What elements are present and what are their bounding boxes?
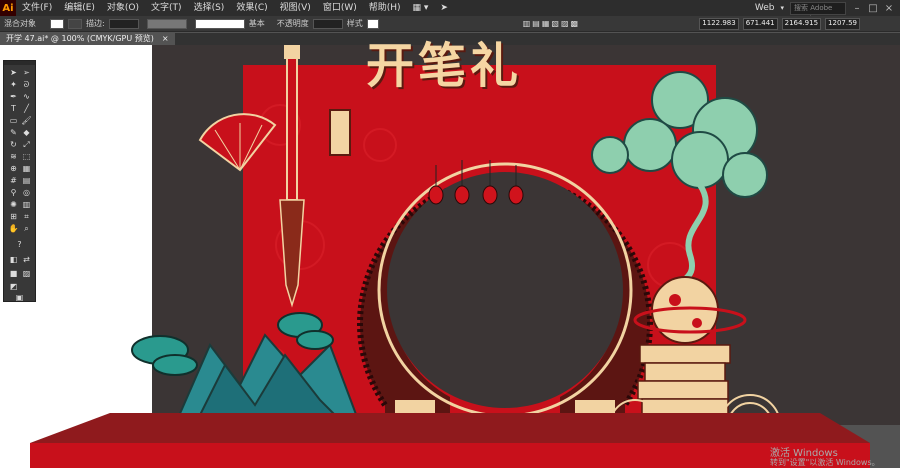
fill-stroke-icon[interactable]: ◧ bbox=[8, 255, 19, 264]
style-label: 样式 bbox=[346, 19, 363, 28]
variable-width-select[interactable] bbox=[146, 18, 187, 29]
mesh-tool-icon[interactable]: # bbox=[8, 176, 19, 185]
menu-file[interactable]: 文件(F) bbox=[16, 0, 58, 16]
menu-object[interactable]: 对象(O) bbox=[101, 0, 145, 16]
hand-tool-icon[interactable]: ✋ bbox=[8, 224, 19, 233]
line-tool-icon[interactable]: ╱ bbox=[21, 104, 32, 113]
menu-help[interactable]: 帮助(H) bbox=[363, 0, 407, 16]
menu-bar: Ai 文件(F) 编辑(E) 对象(O) 文字(T) 选择(S) 效果(C) 视… bbox=[0, 0, 900, 23]
tools-panel-header[interactable] bbox=[4, 61, 35, 65]
magic-wand-icon[interactable]: ✦ bbox=[8, 80, 19, 89]
stroke-label: 描边: bbox=[86, 19, 105, 28]
maximize-icon[interactable]: □ bbox=[868, 3, 878, 14]
scroll bbox=[329, 109, 351, 156]
canvas-artwork[interactable] bbox=[0, 45, 900, 468]
screen-mode-icon[interactable]: ▣ bbox=[14, 293, 25, 302]
menu-type[interactable]: 文字(T) bbox=[145, 0, 188, 16]
help-icon[interactable]: ? bbox=[14, 240, 25, 249]
eyedropper-icon[interactable]: ⚲ bbox=[8, 188, 19, 197]
shape-builder-icon[interactable]: ⊕ bbox=[8, 164, 19, 173]
blend-tool-icon[interactable]: ◎ bbox=[21, 188, 32, 197]
control-bar: 混合对象 描边: 基本 不透明度 样式 ▥▤▦▧▨▩ 1122.983 671.… bbox=[0, 16, 900, 32]
rectangle-tool-icon[interactable]: ▭ bbox=[8, 116, 19, 125]
width-tool-icon[interactable]: ≋ bbox=[8, 152, 19, 161]
stroke-weight-field[interactable] bbox=[108, 18, 139, 29]
fill-swatch[interactable] bbox=[50, 18, 64, 29]
menu-window[interactable]: 窗口(W) bbox=[317, 0, 363, 16]
opacity-label[interactable]: 不透明度 bbox=[277, 18, 309, 29]
zoom-tool-icon[interactable]: ⌕ bbox=[21, 224, 32, 233]
type-tool-icon[interactable]: T bbox=[8, 104, 19, 113]
menu-select[interactable]: 选择(S) bbox=[188, 0, 231, 16]
tools-panel: ➤ ➢ ✦ ᘐ ✒ ∿ T ╱ ▭ 🖌 ✎ ◆ ↻ ⤢ ≋ ⬚ ⊕ ▦ # ▤ … bbox=[3, 60, 36, 302]
gpu-performance-icon[interactable]: ➤ bbox=[434, 0, 454, 16]
stock-search-input[interactable]: 搜索 Adobe Stock bbox=[790, 1, 846, 23]
swap-colors-icon[interactable]: ⇄ bbox=[21, 255, 32, 264]
free-transform-icon[interactable]: ⬚ bbox=[21, 152, 32, 161]
perspective-grid-icon[interactable]: ▦ bbox=[21, 164, 32, 173]
document-tab[interactable]: 开学 47.ai* @ 100% (CMYK/GPU 预览) × bbox=[0, 33, 175, 45]
menu-effect[interactable]: 效果(C) bbox=[230, 0, 273, 16]
workspace-switcher[interactable]: Web bbox=[755, 3, 775, 13]
activation-line-2: 转到"设置"以激活 Windows。 bbox=[770, 458, 880, 467]
menu-view[interactable]: 视图(V) bbox=[274, 0, 317, 16]
color-mode-icon[interactable]: ■ bbox=[8, 269, 19, 278]
minimize-icon[interactable]: – bbox=[852, 3, 862, 14]
stroke-swatch[interactable] bbox=[68, 18, 82, 29]
close-tab-icon[interactable]: × bbox=[162, 33, 169, 45]
align-icons[interactable]: ▥▤▦▧▨▩ bbox=[523, 19, 580, 28]
height-field[interactable]: 1207.59 bbox=[825, 17, 860, 30]
graphic-style-swatch[interactable] bbox=[366, 18, 379, 29]
paintbrush-tool-icon[interactable]: 🖌 bbox=[21, 116, 32, 125]
chevron-down-icon[interactable]: ▾ bbox=[780, 4, 784, 12]
gradient-tool-icon[interactable]: ▤ bbox=[21, 176, 32, 185]
windows-activation-watermark: 激活 Windows 转到"设置"以激活 Windows。 bbox=[770, 448, 880, 468]
slice-tool-icon[interactable]: ⌗ bbox=[21, 212, 32, 221]
shaper-tool-icon[interactable]: ✎ bbox=[8, 128, 19, 137]
artwork-title-text: 开笔礼 bbox=[366, 38, 523, 94]
rotate-tool-icon[interactable]: ↻ bbox=[8, 140, 19, 149]
lasso-icon[interactable]: ᘐ bbox=[21, 80, 32, 89]
draw-mode-icon[interactable]: ◩ bbox=[8, 282, 19, 291]
scale-tool-icon[interactable]: ⤢ bbox=[21, 140, 32, 149]
gradient-mode-icon[interactable]: ▨ bbox=[21, 269, 32, 278]
stage-floor bbox=[30, 413, 870, 443]
selection-tool-icon[interactable]: ➤ bbox=[8, 68, 19, 77]
width-field[interactable]: 2164.915 bbox=[781, 17, 822, 30]
app-logo: Ai bbox=[0, 0, 16, 16]
curvature-tool-icon[interactable]: ∿ bbox=[21, 92, 32, 101]
eraser-tool-icon[interactable]: ◆ bbox=[21, 128, 32, 137]
close-icon[interactable]: × bbox=[884, 3, 894, 14]
opacity-field[interactable] bbox=[312, 18, 343, 29]
pen-tool-icon[interactable]: ✒ bbox=[8, 92, 19, 101]
y-field[interactable]: 671.441 bbox=[742, 17, 778, 30]
menu-edit[interactable]: 编辑(E) bbox=[58, 0, 101, 16]
x-field[interactable]: 1122.983 bbox=[699, 17, 739, 30]
symbol-sprayer-icon[interactable]: ✺ bbox=[8, 200, 19, 209]
stroke-style-label: 基本 bbox=[248, 19, 265, 28]
graph-tool-icon[interactable]: ▥ bbox=[21, 200, 32, 209]
artboard-tool-icon[interactable]: ⊞ bbox=[8, 212, 19, 221]
brush-definition-select[interactable] bbox=[194, 18, 245, 29]
selection-type-label: 混合对象 bbox=[4, 19, 36, 28]
stage-front bbox=[30, 443, 870, 468]
document-tab-title: 开学 47.ai* @ 100% (CMYK/GPU 预览) bbox=[6, 34, 154, 43]
arrange-documents-icon[interactable]: ▦ ▾ bbox=[407, 0, 435, 16]
direct-selection-tool-icon[interactable]: ➢ bbox=[21, 68, 32, 77]
